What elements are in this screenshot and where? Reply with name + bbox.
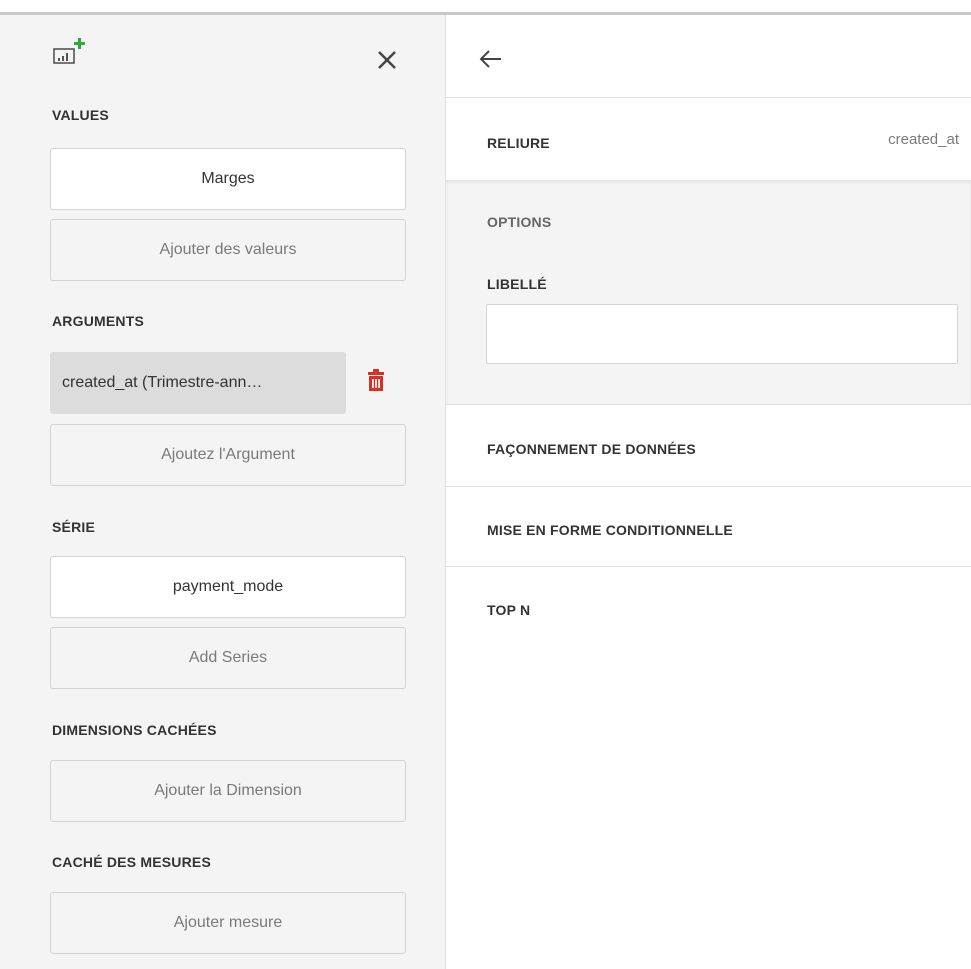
chart-add-icon[interactable] <box>52 37 92 67</box>
add-dimension-button[interactable]: Ajouter la Dimension <box>50 760 406 822</box>
add-values-button[interactable]: Ajouter des valeurs <box>50 219 406 281</box>
add-series-button[interactable]: Add Series <box>50 627 406 689</box>
close-icon[interactable] <box>370 43 404 77</box>
item-options-panel: RELIURE created_at OPTIONS LIBELLÉ FAÇON… <box>446 15 971 969</box>
series-section-title: SÉRIE <box>52 519 96 535</box>
options-section: OPTIONS LIBELLÉ <box>446 180 971 404</box>
binding-label: RELIURE <box>487 135 550 151</box>
data-shaping-label: FAÇONNEMENT DE DONNÉES <box>487 441 696 457</box>
value-item-marges[interactable]: Marges <box>50 148 406 210</box>
data-items-panel: VALUES Marges Ajouter des valeurs ARGUME… <box>0 15 446 969</box>
options-title: OPTIONS <box>487 214 552 230</box>
binding-value: created_at <box>888 131 959 148</box>
back-arrow-icon[interactable] <box>476 44 506 74</box>
hidden-measures-section-title: CACHÉ DES MESURES <box>52 854 211 870</box>
argument-item-created-at[interactable]: created_at (Trimestre-ann… <box>50 352 346 414</box>
arguments-section-title: ARGUMENTS <box>52 313 145 329</box>
add-measure-button[interactable]: Ajouter mesure <box>50 892 406 954</box>
label-field-title: LIBELLÉ <box>487 276 547 292</box>
label-input[interactable] <box>486 304 958 364</box>
conditional-formatting-label: MISE EN FORME CONDITIONNELLE <box>487 522 733 538</box>
trash-icon[interactable] <box>362 367 390 395</box>
hidden-dimensions-section-title: DIMENSIONS CACHÉES <box>52 722 217 738</box>
top-n-label: TOP N <box>487 602 531 618</box>
series-item-payment-mode[interactable]: payment_mode <box>50 556 406 618</box>
values-section-title: VALUES <box>52 107 109 123</box>
add-argument-button[interactable]: Ajoutez l'Argument <box>50 424 406 486</box>
